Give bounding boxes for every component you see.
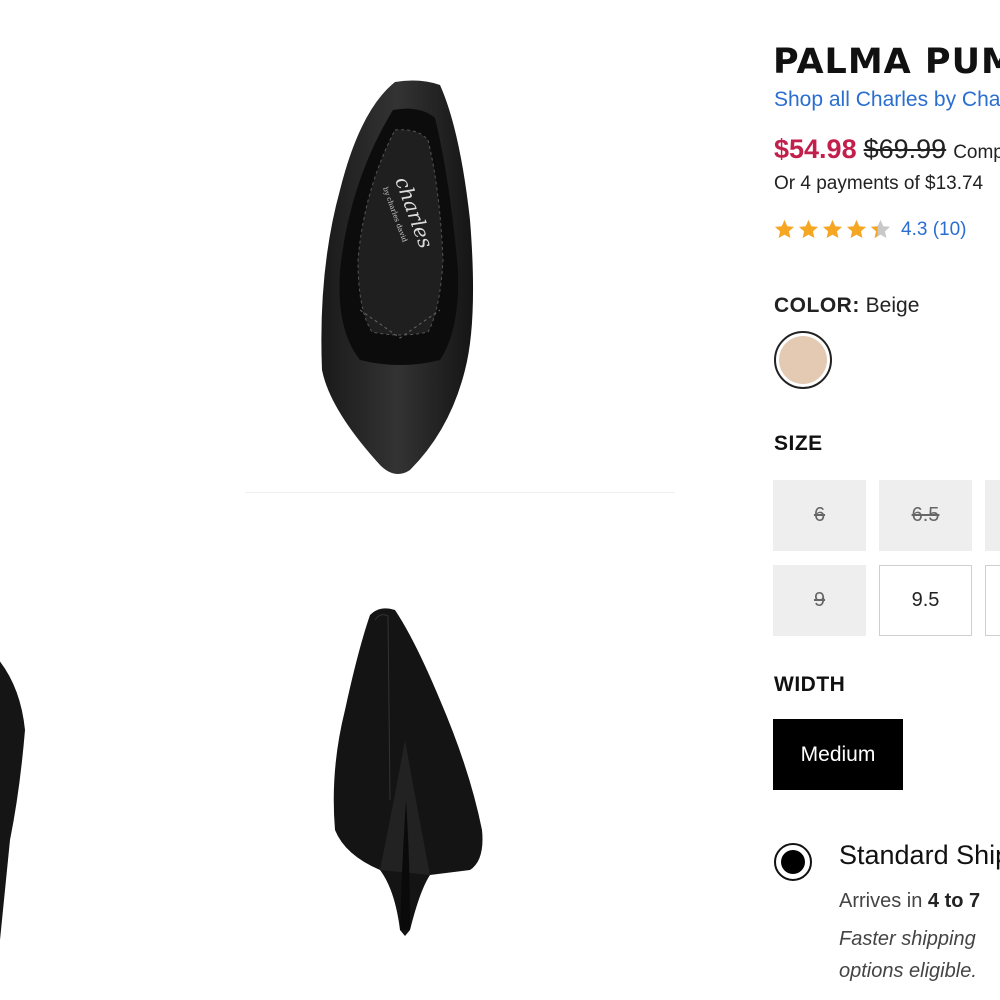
gallery-divider [245, 492, 675, 493]
product-title: PALMA PUMP [773, 42, 1000, 82]
size-option-9[interactable]: 9 [773, 565, 866, 636]
star-full-icon [846, 219, 867, 239]
arrives-prefix: Arrives in [839, 890, 928, 912]
size-option-label: 6 [813, 504, 826, 526]
size-option-10[interactable] [985, 565, 1000, 636]
shipping-note: Faster shipping options eligible. [839, 928, 977, 982]
rating-summary[interactable]: 4.3 (10) [773, 218, 966, 241]
color-label-heading: COLOR: [774, 294, 860, 317]
shop-brand-link[interactable]: Shop all Charles by Charles David [774, 88, 1000, 112]
selected-color: Beige [865, 294, 920, 317]
size-option-6[interactable]: 6 [773, 480, 866, 551]
star-rating [773, 218, 893, 241]
star-full-icon [822, 219, 843, 239]
swatch-fill [779, 336, 827, 384]
width-label: WIDTH [774, 673, 846, 696]
size-option-9-5[interactable]: 9.5 [879, 565, 972, 636]
star-partial-icon [870, 219, 891, 239]
size-option-label: 6.5 [911, 504, 940, 526]
shipping-radio-selected[interactable] [774, 843, 812, 881]
color-label: COLOR: Beige [774, 294, 919, 318]
product-image-side[interactable] [0, 640, 50, 940]
size-option-label: 9.5 [911, 589, 940, 611]
size-label: SIZE [774, 432, 823, 455]
shipping-arrival: Arrives in 4 to 7 [839, 890, 980, 913]
compare-label: Compare [953, 142, 1000, 163]
product-image-back[interactable] [320, 600, 500, 950]
product-image-front[interactable]: charles by charles david [300, 70, 510, 490]
color-swatch-beige[interactable] [774, 331, 832, 389]
width-option-medium[interactable]: Medium [773, 719, 903, 790]
rating-count-link[interactable]: 4.3 (10) [901, 219, 966, 241]
arrives-days: 4 to 7 [927, 890, 981, 912]
star-full-icon [774, 219, 795, 239]
sale-price: $54.98 [774, 134, 857, 164]
product-image-gallery: charles by charles david [0, 0, 740, 1000]
star-full-icon [798, 219, 819, 239]
price-row: $54.98 $69.99 Compare [774, 134, 1000, 165]
shipping-option-title[interactable]: Standard Shipping [839, 840, 1000, 871]
product-info-panel: PALMA PUMP Shop all Charles by Charles D… [773, 0, 1000, 1000]
size-option-7[interactable] [985, 480, 1000, 551]
radio-dot [781, 850, 805, 874]
payment-plan-text: Or 4 payments of $13.74 [774, 173, 984, 194]
size-option-6-5[interactable]: 6.5 [879, 480, 972, 551]
size-option-label: 9 [813, 589, 826, 611]
original-price: $69.99 [863, 134, 947, 164]
